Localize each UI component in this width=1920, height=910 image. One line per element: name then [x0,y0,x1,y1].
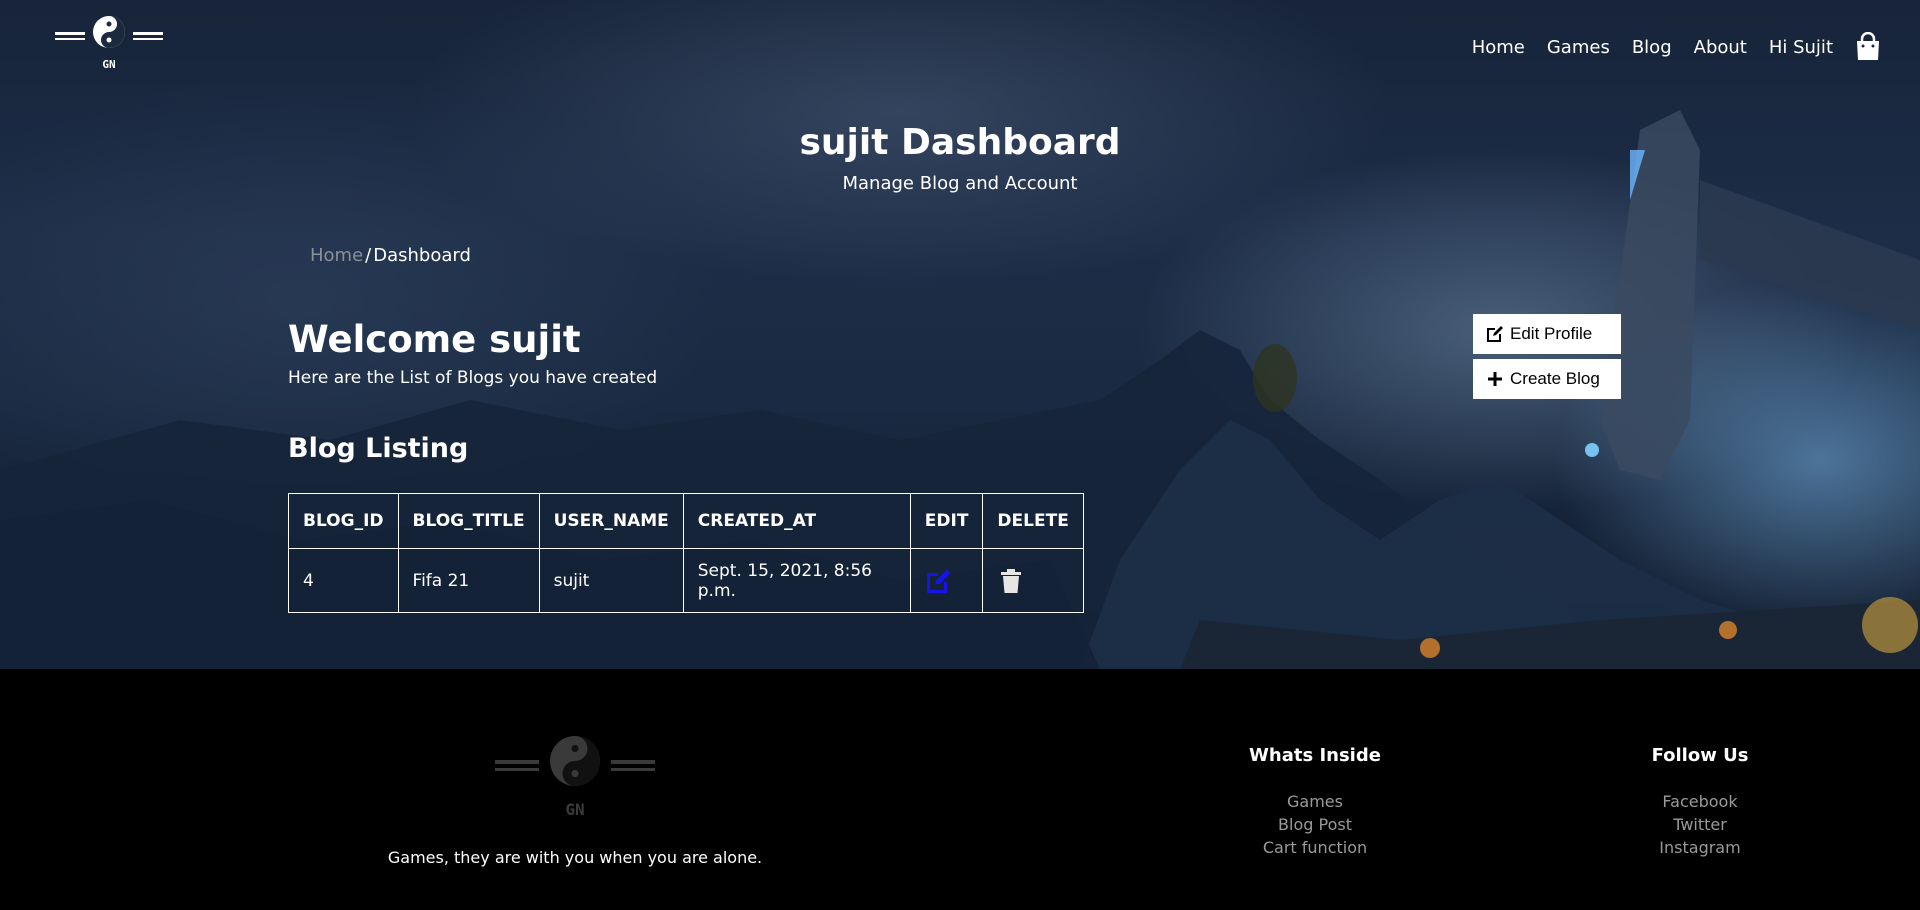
user-name-cell: sujit [538,548,684,613]
edit-profile-label: Edit Profile [1510,324,1593,343]
footer-logo: GN [495,736,655,819]
blog-id-cell: 4 [288,548,399,613]
edit-icon [1487,326,1503,342]
welcome-subtext: Here are the List of Blogs you have crea… [288,368,658,388]
footer-follow-us: Follow Us Facebook Twitter Instagram [1580,745,1820,859]
footer-column-heading: Follow Us [1651,745,1749,766]
footer-column-heading: Whats Inside [1249,745,1381,766]
blog-table: BLOG_ID BLOG_TITLE USER_NAME CREATED_AT … [288,493,1084,613]
breadcrumb-home-link[interactable]: Home [310,245,363,266]
edit-cell [909,548,984,613]
nav-home-link[interactable]: Home [1472,37,1525,58]
main-nav: Home Games Blog About Hi Sujit [1472,32,1920,62]
trash-icon[interactable] [997,567,1025,595]
created-at-cell: Sept. 15, 2021, 8:56 p.m. [682,548,911,613]
footer-link-cart-function[interactable]: Cart function [1195,836,1435,859]
table-header-row: BLOG_ID BLOG_TITLE USER_NAME CREATED_AT … [288,493,1084,549]
nav-user-greeting[interactable]: Hi Sujit [1769,37,1833,58]
footer-link-instagram[interactable]: Instagram [1580,836,1820,859]
page-title: sujit Dashboard [799,122,1121,163]
nav-blog-link[interactable]: Blog [1632,37,1672,58]
nav-games-link[interactable]: Games [1547,37,1610,58]
footer-whats-inside: Whats Inside Games Blog Post Cart functi… [1195,745,1435,859]
column-header: USER_NAME [538,493,684,549]
create-blog-label: Create Blog [1510,369,1600,388]
column-header: DELETE [982,493,1084,549]
delete-cell [982,548,1084,613]
blog-listing-heading: Blog Listing [288,433,469,464]
breadcrumb-current: Dashboard [373,245,471,266]
create-blog-button[interactable]: Create Blog [1473,359,1621,399]
column-header: BLOG_TITLE [397,493,540,549]
plus-icon [1488,372,1502,386]
footer-link-facebook[interactable]: Facebook [1580,790,1820,813]
nav-about-link[interactable]: About [1694,37,1747,58]
table-row: 4 Fifa 21 sujit Sept. 15, 2021, 8:56 p.m… [288,548,1084,613]
edit-profile-button[interactable]: Edit Profile [1473,314,1621,354]
logo-text: GN [102,58,115,71]
site-logo[interactable]: GN [55,14,165,74]
page-subtitle: Manage Blog and Account [842,173,1078,194]
footer-logo-text: GN [565,800,584,819]
breadcrumb: Home / Dashboard [310,245,471,266]
blog-title-cell: Fifa 21 [397,548,540,613]
column-header: CREATED_AT [682,493,911,549]
hero-section: GN Home Games Blog About Hi Sujit sujit … [0,0,1920,669]
footer-link-twitter[interactable]: Twitter [1580,813,1820,836]
column-header: BLOG_ID [288,493,399,549]
edit-icon[interactable] [925,567,953,595]
footer-link-games[interactable]: Games [1195,790,1435,813]
breadcrumb-separator: / [365,245,372,266]
shopping-bag-icon[interactable] [1855,32,1881,62]
column-header: EDIT [909,493,984,549]
welcome-heading: Welcome sujit [288,318,581,361]
footer-tagline: Games, they are with you when you are al… [387,848,763,867]
footer-link-blog-post[interactable]: Blog Post [1195,813,1435,836]
